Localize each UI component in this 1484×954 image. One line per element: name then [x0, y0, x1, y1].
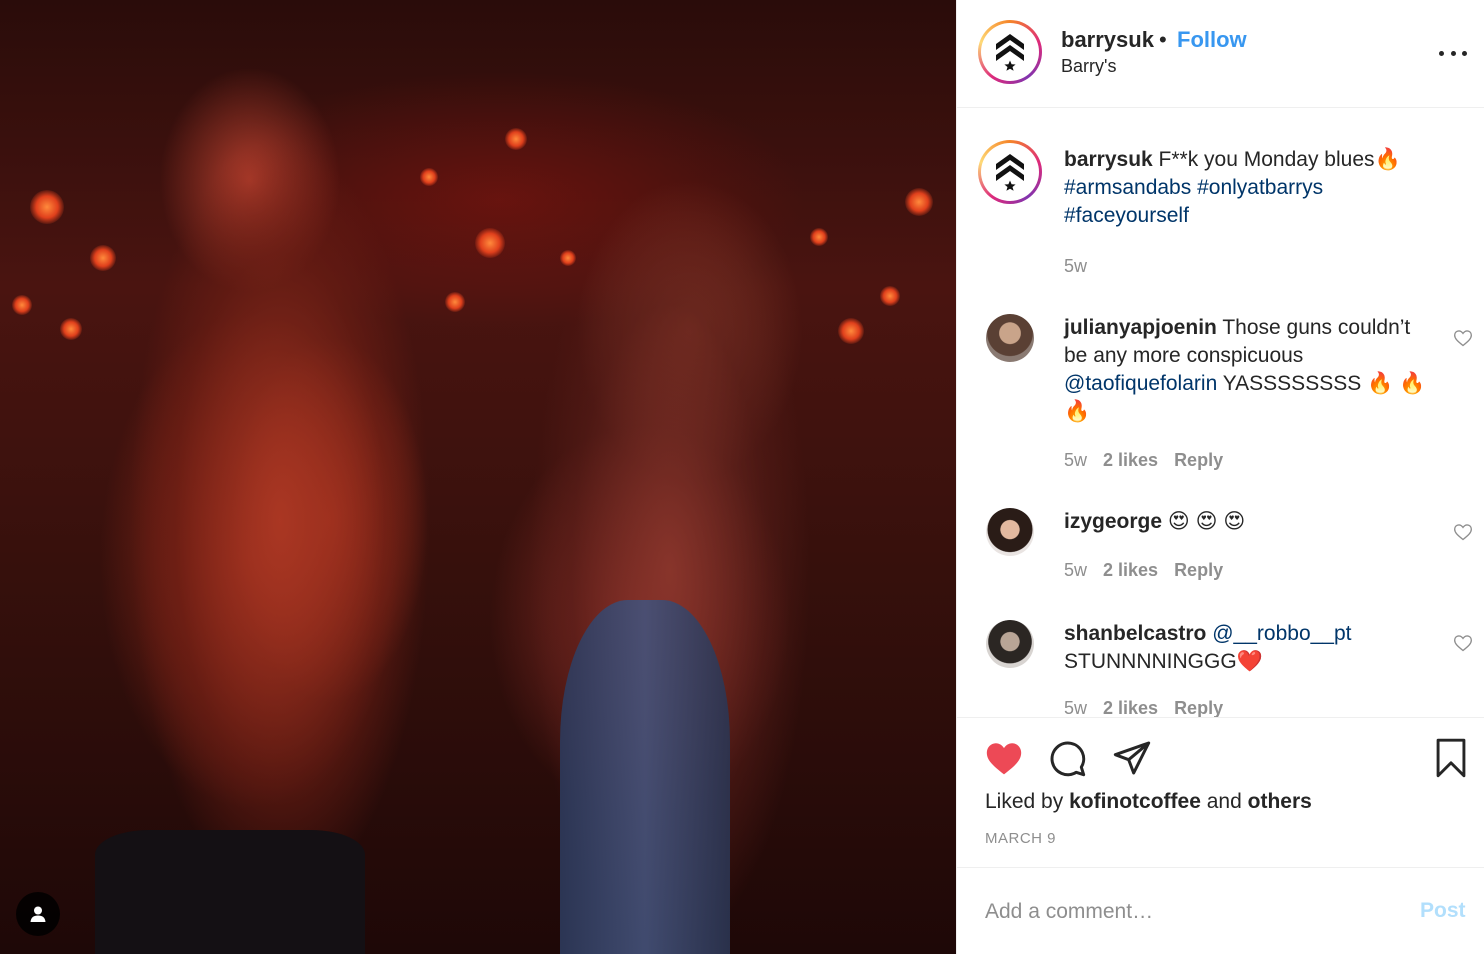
user-tag-button[interactable] — [16, 892, 60, 936]
comment-like-icon[interactable] — [1453, 522, 1473, 542]
post-header: barrysuk • Follow Barry's — [957, 0, 1484, 108]
user-tag-icon — [30, 906, 46, 922]
post-date[interactable]: MARCH 9 — [985, 830, 1056, 847]
heart-icon[interactable] — [984, 740, 1024, 776]
comment-avatar[interactable] — [986, 508, 1034, 556]
comment-input[interactable] — [985, 896, 1385, 928]
man-shorts — [95, 830, 365, 954]
bokeh-light — [810, 228, 828, 246]
hashtag[interactable]: #faceyourself — [1064, 204, 1189, 227]
bokeh-light — [30, 190, 64, 224]
caption-meta: 5w — [1064, 256, 1087, 277]
bokeh-light — [505, 128, 527, 150]
comment-text: izygeorge 😍 😍 😍 — [1064, 510, 1246, 533]
brand-logo-icon — [996, 34, 1024, 71]
follow-button[interactable]: Follow — [1177, 27, 1247, 53]
comment-meta: 5w 2 likes Reply — [1064, 560, 1224, 581]
comment-avatar[interactable] — [986, 620, 1034, 668]
post-actions: Liked by kofinotcoffee and others MARCH … — [957, 717, 1484, 867]
post-photo[interactable] — [0, 0, 956, 954]
comment-likes[interactable]: 2 likes — [1103, 698, 1158, 717]
header-separator: • — [1159, 27, 1167, 52]
bokeh-light — [905, 188, 933, 216]
comment-text: julianyapjoenin Those guns couldn’t be a… — [1064, 316, 1426, 423]
reply-button[interactable]: Reply — [1174, 698, 1223, 717]
comment-like-icon[interactable] — [1453, 633, 1473, 653]
bokeh-light — [838, 318, 864, 344]
bokeh-light — [60, 318, 82, 340]
caption-body: F**k you Monday blues🔥 — [1152, 148, 1401, 171]
reply-button[interactable]: Reply — [1174, 450, 1223, 471]
post-comment-button[interactable]: Post — [1420, 899, 1466, 923]
liked-by-others[interactable]: others — [1248, 790, 1312, 813]
caption-username[interactable]: barrysuk — [1064, 148, 1153, 171]
bokeh-light — [880, 286, 900, 306]
add-comment-bar: Post — [957, 867, 1484, 954]
comment-username[interactable]: izygeorge — [1064, 510, 1162, 533]
liked-by-user[interactable]: kofinotcoffee — [1069, 790, 1201, 813]
comment-username[interactable]: julianyapjoenin — [1064, 316, 1217, 339]
post-side-panel: barrysuk • Follow Barry's barrysuk F**k … — [956, 0, 1484, 954]
profile-avatar[interactable] — [978, 20, 1042, 84]
bokeh-light — [475, 228, 505, 258]
share-icon[interactable] — [1112, 738, 1152, 778]
bokeh-light — [12, 295, 32, 315]
reply-button[interactable]: Reply — [1174, 560, 1223, 581]
comment-meta: 5w 2 likes Reply — [1064, 450, 1224, 471]
header-username[interactable]: barrysuk — [1061, 27, 1154, 53]
comment-like-icon[interactable] — [1453, 328, 1473, 348]
comment-avatar[interactable] — [986, 314, 1034, 362]
more-options-button[interactable] — [1439, 48, 1467, 58]
comment-likes[interactable]: 2 likes — [1103, 560, 1158, 581]
mention-link[interactable]: @__robbo__pt — [1212, 622, 1351, 645]
hashtag[interactable]: #onlyatbarrys — [1197, 176, 1323, 199]
brand-logo-icon — [996, 154, 1024, 191]
comment-meta: 5w 2 likes Reply — [1064, 698, 1224, 717]
liked-by-text: Liked by kofinotcoffee and others — [985, 790, 1312, 813]
bokeh-light — [445, 292, 465, 312]
more-options-icon — [1439, 50, 1444, 56]
comment-text: shanbelcastro @__robbo__pt STUNNNNINGGG❤… — [1064, 622, 1352, 673]
woman-leggings — [560, 600, 730, 954]
caption-age: 5w — [1064, 256, 1088, 276]
bookmark-icon[interactable] — [1431, 737, 1471, 779]
header-display-name: Barry's — [1061, 56, 1117, 76]
caption-text: barrysuk F**k you Monday blues🔥 #armsand… — [1064, 146, 1434, 230]
man-figure — [90, 90, 430, 954]
bokeh-light — [90, 245, 116, 271]
mention-link[interactable]: @taofiquefolarin — [1064, 372, 1217, 395]
caption-avatar[interactable] — [978, 140, 1042, 204]
comment-likes[interactable]: 2 likes — [1103, 450, 1158, 471]
comment-icon[interactable] — [1047, 738, 1087, 778]
hashtag[interactable]: #armsandabs — [1064, 176, 1191, 199]
comment-username[interactable]: shanbelcastro — [1064, 622, 1206, 645]
comments-list[interactable]: barrysuk F**k you Monday blues🔥 #armsand… — [957, 109, 1484, 717]
bokeh-light — [420, 168, 438, 186]
